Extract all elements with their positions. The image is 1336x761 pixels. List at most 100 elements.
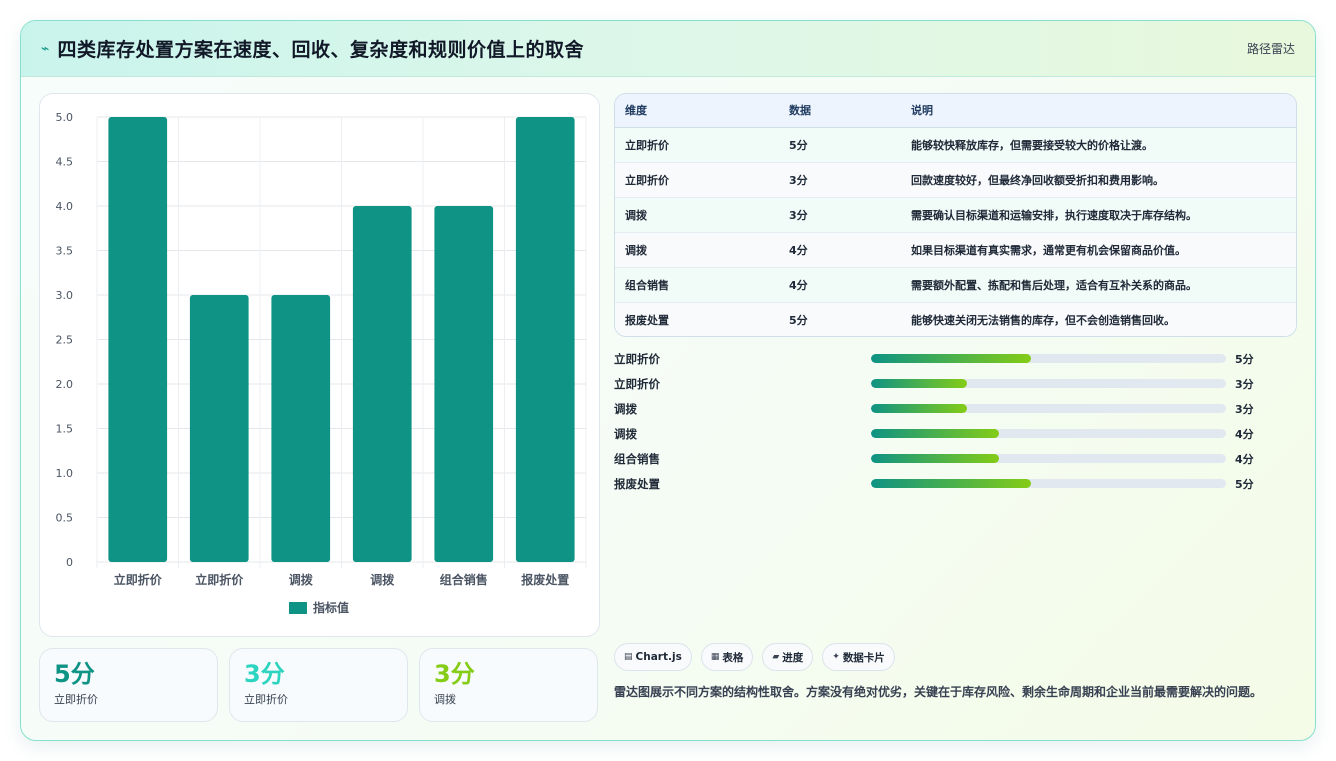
progress-label: 立即折价 [614, 376, 660, 391]
stat-card: 3分 立即折价 [229, 648, 408, 722]
x-tick-label: 调拨 [289, 572, 314, 587]
table-cell: 4分 [789, 243, 808, 257]
progress-track [871, 479, 1226, 488]
progress-track [871, 429, 1226, 438]
y-tick-label: 2.5 [56, 334, 74, 347]
progress-track [871, 454, 1226, 463]
sparkle-icon: ✦ [832, 652, 840, 662]
table-row: 报废处置 5分 能够快速关闭无法销售的库存，但不会创造销售回收。 [615, 302, 1296, 336]
stat-value: 3分 [434, 660, 475, 688]
bar [434, 206, 494, 562]
progress-track [871, 379, 1226, 388]
progress-fill [871, 354, 1031, 363]
dashboard-card: ⌁ 四类库存处置方案在速度、回收、复杂度和规则价值上的取舍 路径雷达 5.0 4.… [20, 20, 1316, 741]
x-tick-label: 组合销售 [440, 572, 488, 587]
progress-label: 调拨 [614, 401, 637, 416]
progress-row: 立即折价 5分 [614, 346, 1297, 371]
bar-chart: 5.0 4.5 4.0 3.5 3.0 2.5 2.0 1.5 1.0 0.5 0 立即折价 立即折价 调… [56, 111, 587, 615]
progress-fill [871, 429, 999, 438]
y-tick-label: 1.5 [56, 423, 74, 436]
progress-list: 立即折价 5分 立即折价 3分 调拨 3分 调拨 4分 组合销售 4分 报废处置 5分 [614, 346, 1297, 496]
y-tick-label: 3.0 [56, 289, 74, 302]
table-cell: 3分 [789, 173, 808, 187]
progress-value: 5分 [1235, 352, 1254, 366]
column-header: 数据 [779, 94, 901, 128]
chip-label: 表格 [722, 651, 744, 664]
table-cell: 立即折价 [625, 173, 669, 187]
table-cell: 调拨 [625, 208, 647, 222]
progress-fill [871, 454, 999, 463]
y-tick-label: 0 [66, 556, 73, 569]
y-tick-label: 2.0 [56, 378, 74, 391]
table-cell: 能够较快释放库存，但需要接受较大的价格让渡。 [911, 138, 1153, 152]
summary-note: 雷达图展示不同方案的结构性取舍。方案没有绝对优劣，关键在于库存风险、剩余生命周期… [614, 685, 1263, 699]
progress-value: 4分 [1235, 427, 1254, 441]
table-cell: 如果目标渠道有真实需求，通常更有机会保留商品价值。 [911, 243, 1186, 257]
y-tick-label: 3.5 [56, 245, 74, 258]
table-cell: 能够快速关闭无法销售的库存，但不会创造销售回收。 [911, 313, 1175, 327]
progress-row: 调拨 4分 [614, 421, 1297, 446]
header: ⌁ 四类库存处置方案在速度、回收、复杂度和规则价值上的取舍 路径雷达 [21, 21, 1315, 77]
progress-fill [871, 479, 1031, 488]
chip-label: Chart.js [635, 651, 682, 663]
chip-label: 数据卡片 [842, 651, 885, 664]
chip-label: 进度 [782, 651, 804, 664]
stat-card: 5分 立即折价 [39, 648, 218, 722]
legend-swatch [289, 602, 307, 614]
bar [189, 295, 249, 562]
chip-data-cards[interactable]: ✦ 数据卡片 [822, 643, 895, 671]
table-cell: 需要额外配置、拣配和售后处理，适合有互补关系的商品。 [911, 278, 1197, 292]
data-table: 维度 数据 说明 立即折价 5分 能够较快释放库存，但需要接受较大的价格让渡。 … [614, 93, 1297, 337]
progress-value: 3分 [1235, 377, 1254, 391]
progress-row: 报废处置 5分 [614, 471, 1297, 496]
progress-fill [871, 379, 967, 388]
stat-card: 3分 调拨 [419, 648, 598, 722]
page-title: 四类库存处置方案在速度、回收、复杂度和规则价值上的取舍 [57, 39, 584, 61]
y-tick-label: 1.0 [56, 467, 74, 480]
progress-track [871, 354, 1226, 363]
chip-table[interactable]: ▦ 表格 [700, 643, 754, 671]
progress-track [871, 404, 1226, 413]
table-cell: 报废处置 [625, 313, 669, 327]
table-cell: 回款速度较好，但最终净回收额受折扣和费用影响。 [911, 173, 1164, 187]
table-cell: 5分 [789, 138, 808, 152]
x-tick-label: 报废处置 [521, 572, 569, 587]
table-row: 调拨 4分 如果目标渠道有真实需求，通常更有机会保留商品价值。 [615, 232, 1296, 267]
chip-progress[interactable]: ▰ 进度 [762, 643, 814, 671]
table-icon: ▦ [710, 652, 720, 662]
progress-label: 调拨 [614, 426, 637, 441]
table-row: 组合销售 4分 需要额外配置、拣配和售后处理，适合有互补关系的商品。 [615, 267, 1296, 302]
column-header: 维度 [615, 94, 779, 128]
progress-row: 调拨 3分 [614, 396, 1297, 421]
header-tag: 路径雷达 [1246, 42, 1295, 56]
progress-label: 立即折价 [614, 351, 660, 366]
x-tick-label: 立即折价 [195, 572, 244, 587]
bar [271, 295, 331, 562]
stat-value: 5分 [54, 660, 95, 688]
x-tick-label: 立即折价 [114, 572, 163, 587]
table-cell: 组合销售 [625, 278, 669, 292]
table-cell: 4分 [789, 278, 808, 292]
table-row: 立即折价 5分 能够较快释放库存，但需要接受较大的价格让渡。 [615, 127, 1296, 162]
stat-value: 3分 [244, 660, 285, 688]
bar [108, 117, 168, 562]
table-row: 调拨 3分 需要确认目标渠道和运输安排，执行速度取决于库存结构。 [615, 197, 1296, 232]
y-tick-label: 4.0 [56, 200, 74, 213]
table-row: 立即折价 3分 回款速度较好，但最终净回收额受折扣和费用影响。 [615, 162, 1296, 197]
progress-value: 4分 [1235, 452, 1254, 466]
progress-row: 立即折价 3分 [614, 371, 1297, 396]
bar [352, 206, 412, 562]
stat-label: 立即折价 [54, 693, 98, 706]
y-tick-label: 5.0 [56, 111, 74, 124]
chip-chartjs[interactable]: ▤ Chart.js [614, 643, 692, 671]
stat-label: 立即折价 [244, 693, 288, 706]
legend-label: 指标值 [313, 600, 349, 615]
progress-value: 3分 [1235, 402, 1254, 416]
column-header: 说明 [901, 94, 1296, 128]
bar-chart-panel: 5.0 4.5 4.0 3.5 3.0 2.5 2.0 1.5 1.0 0.5 0 立即折价 立即折价 调… [39, 93, 600, 637]
table-cell: 5分 [789, 313, 808, 327]
chart-icon: ▤ [624, 652, 633, 662]
progress-row: 组合销售 4分 [614, 446, 1297, 471]
y-tick-label: 4.5 [56, 156, 74, 169]
chip-row: ▤ Chart.js ▦ 表格 ▰ 进度 ✦ 数据卡片 [614, 643, 895, 671]
